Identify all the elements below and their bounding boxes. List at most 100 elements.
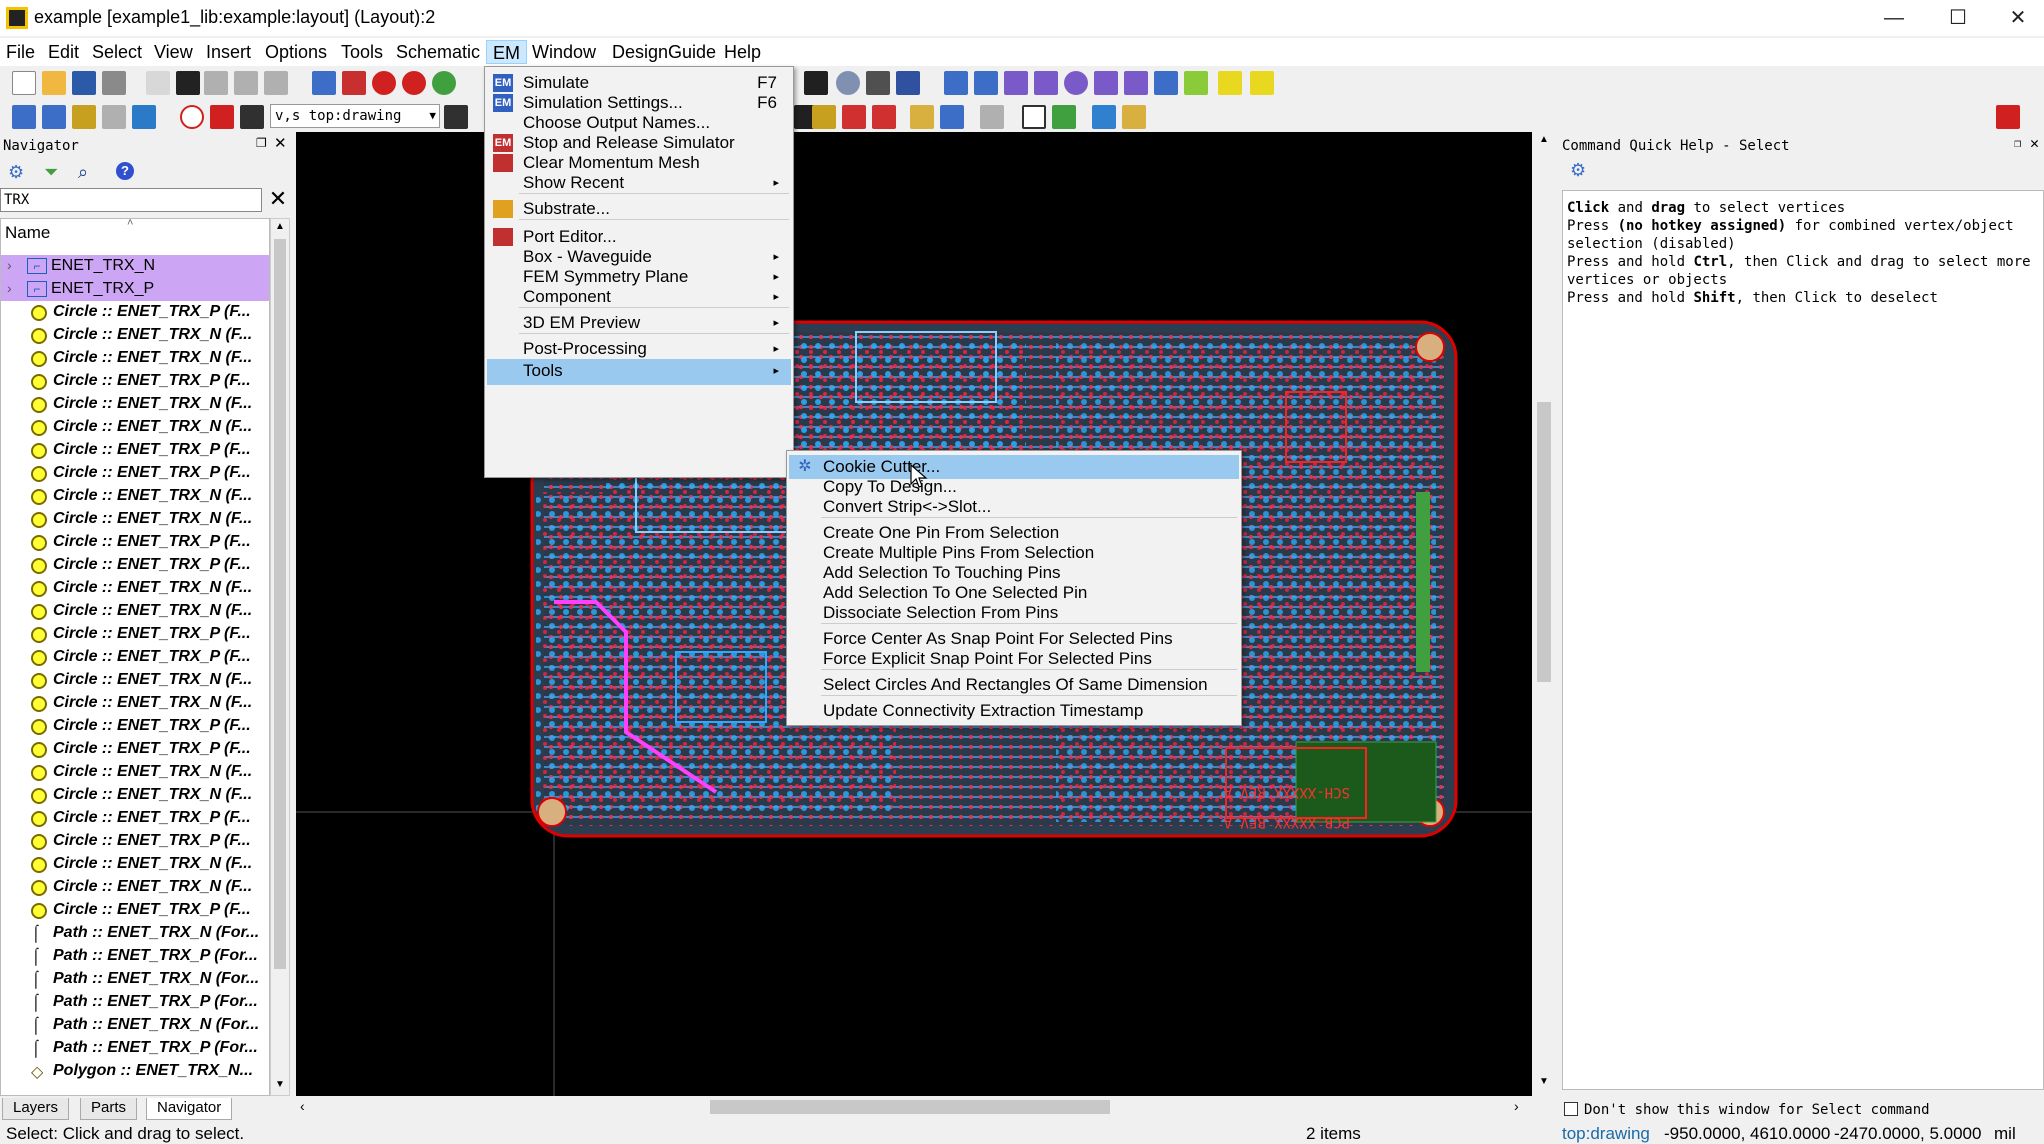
r17-icon[interactable] <box>12 105 36 129</box>
em-menu-item-show-recent[interactable]: Show Recent ▸ <box>487 171 791 195</box>
trace-icon[interactable] <box>974 71 998 95</box>
circle-icon[interactable] <box>1124 71 1148 95</box>
zoom-area-icon[interactable] <box>342 71 366 95</box>
tree-item[interactable]: Circle :: ENET_TRX_N (F... <box>1 577 269 600</box>
close-button[interactable]: ✕ <box>1988 0 2044 36</box>
gear-icon[interactable]: ⚙ <box>8 162 24 183</box>
tree-item[interactable]: Circle :: ENET_TRX_N (F... <box>1 853 269 876</box>
dont-show-checkbox[interactable] <box>1564 1102 1578 1116</box>
close-panel-icon[interactable]: ✕ <box>2030 134 2039 152</box>
column-header-name[interactable]: Name <box>5 223 50 243</box>
layer-select[interactable]: v,s top:drawing ▼ <box>270 104 440 128</box>
3d-box-icon[interactable] <box>1022 105 1046 129</box>
print-icon[interactable] <box>102 71 126 95</box>
menu-window[interactable]: Window <box>526 40 602 64</box>
tree-item[interactable]: Circle :: ENET_TRX_N (F... <box>1 324 269 347</box>
em-menu-item-3d-em-preview[interactable]: 3D EM Preview ▸ <box>487 311 791 335</box>
tree-item[interactable]: Circle :: ENET_TRX_P (F... <box>1 715 269 738</box>
tree-item[interactable]: Circle :: ENET_TRX_N (F... <box>1 393 269 416</box>
undo-icon[interactable] <box>204 71 228 95</box>
scroll-up-icon[interactable]: ▲ <box>1539 134 1549 145</box>
tree-item[interactable]: Circle :: ENET_TRX_P (F... <box>1 370 269 393</box>
scroll-up-icon[interactable]: ▲ <box>275 221 285 232</box>
ground-icon[interactable] <box>836 71 860 95</box>
ports-icon[interactable] <box>940 105 964 129</box>
em-menu-item-tools[interactable]: Tools ▸ <box>487 359 791 385</box>
scroll-right-icon[interactable]: › <box>1514 1098 1519 1114</box>
zoom-in-icon[interactable] <box>372 71 396 95</box>
scroll-down-icon[interactable]: ▼ <box>275 1079 285 1090</box>
download-icon[interactable] <box>132 105 156 129</box>
export-icon[interactable] <box>102 105 126 129</box>
tree-net-item[interactable]: › ⌐ ENET_TRX_N <box>1 255 269 278</box>
search-icon[interactable]: ⌕ <box>78 162 88 183</box>
tree-item[interactable]: Circle :: ENET_TRX_P (F... <box>1 554 269 577</box>
tree-item[interactable]: Circle :: ENET_TRX_N (F... <box>1 347 269 370</box>
maximize-button[interactable]: ☐ <box>1928 0 1988 36</box>
zoom-level-icon[interactable] <box>1996 105 2020 129</box>
minimize-button[interactable]: — <box>1864 0 1924 36</box>
canvas-vertical-scrollbar[interactable]: ▲ ▼ <box>1534 132 1554 1096</box>
zoom-fit-icon[interactable] <box>432 71 456 95</box>
tree-item[interactable]: Circle :: ENET_TRX_N (F... <box>1 876 269 899</box>
tree-item[interactable]: ⌠ Path :: ENET_TRX_P (For... <box>1 1037 269 1060</box>
navigator-scrollbar[interactable]: ▲ ▼ <box>270 218 290 1096</box>
em-menu-item-component[interactable]: Component ▸ <box>487 285 791 309</box>
pen-icon[interactable] <box>240 105 264 129</box>
em-setup-icon[interactable] <box>812 105 836 129</box>
pin-icon[interactable] <box>804 71 828 95</box>
rectangle-icon[interactable] <box>1218 71 1242 95</box>
em-sim-icon[interactable] <box>842 105 866 129</box>
tree-icon[interactable] <box>1122 105 1146 129</box>
import-icon[interactable] <box>72 105 96 129</box>
tab-layers[interactable]: Layers <box>2 1098 70 1120</box>
menu-edit[interactable]: Edit <box>42 40 85 64</box>
via-icon[interactable] <box>1184 71 1208 95</box>
scroll-left-icon[interactable]: ‹ <box>300 1098 305 1114</box>
tree-item[interactable]: ⌠ Path :: ENET_TRX_N (For... <box>1 968 269 991</box>
tree-item[interactable]: ⌠ Path :: ENET_TRX_P (For... <box>1 945 269 968</box>
text-icon[interactable] <box>1094 71 1118 95</box>
tree-item[interactable]: Circle :: ENET_TRX_N (F... <box>1 761 269 784</box>
tree-item[interactable]: Circle :: ENET_TRX_N (F... <box>1 784 269 807</box>
tools-menu-item-select-circles-and-rectangles-of-same-dimension[interactable]: Select Circles And Rectangles Of Same Di… <box>789 673 1239 697</box>
tree-item[interactable]: Circle :: ENET_TRX_P (F... <box>1 830 269 853</box>
scroll-thumb[interactable] <box>1537 402 1551 682</box>
pointer-icon[interactable] <box>146 71 170 95</box>
polygon-icon[interactable] <box>1004 71 1028 95</box>
grid-icon[interactable] <box>896 71 920 95</box>
menu-select[interactable]: Select <box>86 40 148 64</box>
probe-icon[interactable] <box>866 71 890 95</box>
tools-menu-item-convert-strip-slot[interactable]: Convert Strip<->Slot... <box>789 495 1239 519</box>
netlist-icon[interactable] <box>980 105 1004 129</box>
menu-tools[interactable]: Tools <box>335 40 389 64</box>
help-icon[interactable]: ? <box>116 162 134 180</box>
em-icon[interactable] <box>872 105 896 129</box>
polyline-icon[interactable] <box>1034 71 1058 95</box>
tree-item[interactable]: Circle :: ENET_TRX_P (F... <box>1 301 269 324</box>
scroll-thumb[interactable] <box>710 1100 1110 1114</box>
menu-insert[interactable]: Insert <box>200 40 257 64</box>
save-icon[interactable] <box>72 71 96 95</box>
tree-item[interactable]: Circle :: ENET_TRX_N (F... <box>1 692 269 715</box>
arc-icon[interactable] <box>1064 71 1088 95</box>
tree-item[interactable]: Circle :: ENET_TRX_N (F... <box>1 600 269 623</box>
menu-file[interactable]: File <box>0 40 41 64</box>
tools-menu-item-update-connectivity-extraction-timestamp[interactable]: Update Connectivity Extraction Timestamp <box>789 699 1239 723</box>
menu-view[interactable]: View <box>148 40 199 64</box>
menu-options[interactable]: Options <box>259 40 333 64</box>
filter-icon[interactable]: ⏷ <box>44 162 58 183</box>
tab-parts[interactable]: Parts <box>80 1098 138 1120</box>
tree-item[interactable]: Circle :: ENET_TRX_N (F... <box>1 669 269 692</box>
expand-icon[interactable]: › <box>7 280 12 296</box>
component-icon[interactable] <box>42 105 66 129</box>
menu-help[interactable]: Help <box>718 40 767 64</box>
clear-search-icon[interactable]: ✕ <box>266 188 290 212</box>
em-menu-item-post-processing[interactable]: Post-Processing ▸ <box>487 337 791 361</box>
color-icon[interactable] <box>1092 105 1116 129</box>
tools-menu-item-force-explicit-snap-point-for-selected-pins[interactable]: Force Explicit Snap Point For Selected P… <box>789 647 1239 671</box>
port-icon[interactable] <box>180 105 204 129</box>
marker-icon[interactable] <box>1250 71 1274 95</box>
close-panel-icon[interactable]: ✕ <box>274 134 287 152</box>
scroll-thumb[interactable] <box>274 239 286 969</box>
